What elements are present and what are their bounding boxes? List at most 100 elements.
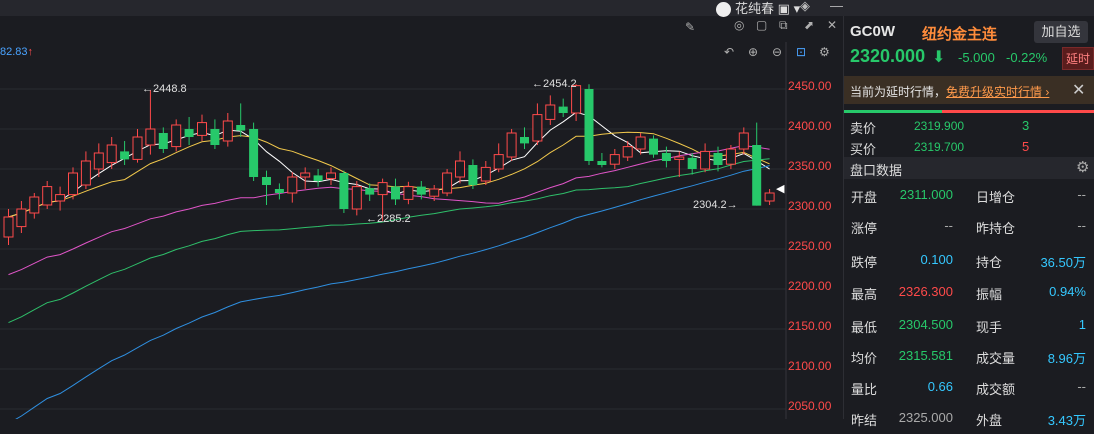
ma-line xyxy=(8,158,770,324)
bid-strength-bar xyxy=(844,110,942,113)
candle-body xyxy=(339,173,349,209)
candle-body xyxy=(429,188,440,197)
candle-body xyxy=(506,132,517,158)
ma-line xyxy=(8,111,770,218)
stat-label: 现手 xyxy=(976,320,1003,335)
stat-value: -- xyxy=(1077,218,1086,233)
stat-label: 开盘 xyxy=(851,190,878,205)
candle-body xyxy=(300,172,311,178)
message-icon[interactable]: ▣ xyxy=(778,1,790,16)
candle-body xyxy=(16,208,27,228)
candle-body xyxy=(42,186,53,206)
section-title: 盘口数据 xyxy=(850,163,903,178)
candle-body xyxy=(120,151,130,160)
candle-body xyxy=(403,186,414,200)
stat-label: 成交量 xyxy=(976,351,1016,366)
stat-label: 跌停 xyxy=(851,255,878,270)
candle-body xyxy=(752,145,762,206)
candle-body xyxy=(416,186,426,195)
annotations: ←2448.8 ←2454.2 ←2285.2 2304.2→ ◀ xyxy=(142,78,785,225)
candle-body xyxy=(391,186,400,200)
section-header: 盘口数据 ⚙ xyxy=(844,157,1094,179)
ma-line xyxy=(8,145,770,276)
stat-value: 2325.000 xyxy=(898,410,953,425)
candle-body xyxy=(661,153,671,161)
y-tick: 2200.00 xyxy=(788,279,832,293)
layers-icon[interactable]: ◈ xyxy=(800,0,810,14)
stat-label: 均价 xyxy=(851,351,878,366)
stat-value: -- xyxy=(1077,379,1086,394)
stat-value: 36.50万 xyxy=(1040,255,1086,270)
candle-body xyxy=(158,133,168,149)
y-tick: 2350.00 xyxy=(788,159,832,173)
candle-body xyxy=(93,152,104,170)
stat-value: 3.43万 xyxy=(1047,413,1086,428)
candle-body xyxy=(442,172,453,194)
candle-body xyxy=(649,138,658,155)
candle-body xyxy=(55,194,66,202)
gear-icon[interactable]: ⚙ xyxy=(1076,158,1089,176)
candle-body xyxy=(584,89,594,161)
y-tick: 2050.00 xyxy=(788,399,832,413)
quote-panel: GC0W 纽约金主连 加自选 2320.000 ⬇ -5.000 -0.22% … xyxy=(843,16,1094,428)
candle-body xyxy=(145,128,156,146)
price-change: -5.000 xyxy=(958,50,995,65)
y-tick: 2450.00 xyxy=(788,79,832,93)
stat-label: 日增仓 xyxy=(976,190,1016,205)
candle-body xyxy=(210,129,220,145)
candle-body xyxy=(365,188,375,195)
add-watchlist-button[interactable]: 加自选 xyxy=(1034,21,1088,43)
stat-value: 2304.500 xyxy=(898,317,953,332)
stat-value: 0.66 xyxy=(927,379,953,394)
candle-body xyxy=(377,182,388,196)
candle-body xyxy=(764,192,775,202)
stats-row: 开盘 2311.000 日增仓 -- xyxy=(844,181,1094,209)
stat-label: 振幅 xyxy=(976,287,1003,302)
ask-label: 卖价 xyxy=(850,121,877,136)
stat-value: 2311.000 xyxy=(899,187,953,202)
candle-body xyxy=(687,157,697,169)
ask-price: 2319.900 xyxy=(914,119,965,133)
user-menu[interactable]: 花纯春 ▣ ▾ xyxy=(716,0,800,18)
kline-chart[interactable]: ✎ ◎ ▢ ⧉ ⬈ ✕ ↶ ⊕ ⊖ ⊡ ⚙ 82.83↑ ←2448.8 ←24… xyxy=(0,16,843,419)
upgrade-link[interactable]: 免费升级实时行情 › xyxy=(946,83,1049,100)
candle-body xyxy=(184,129,194,137)
y-tick: 2300.00 xyxy=(788,199,832,213)
notice-text: 当前为延时行情， xyxy=(850,85,947,99)
price-pointer: ◀ xyxy=(776,183,785,195)
ask-volume: 3 xyxy=(1022,118,1030,133)
stat-value: 0.100 xyxy=(920,252,953,267)
candle-body xyxy=(480,166,491,182)
stats-row: 最高 2326.300 振幅 0.94% xyxy=(844,278,1094,306)
minimize-icon[interactable]: — xyxy=(830,0,843,13)
stat-value: -- xyxy=(1077,187,1086,202)
last-price: 2320.000 xyxy=(850,46,926,66)
candle-body xyxy=(545,104,556,120)
delay-badge: 延时 xyxy=(1062,47,1094,70)
low-label-1: ←2285.2 xyxy=(366,213,411,225)
bid-price: 2319.700 xyxy=(914,140,965,154)
candle-body xyxy=(274,189,284,193)
bid-label: 买价 xyxy=(850,142,877,157)
candle-body xyxy=(68,172,78,196)
candle-body xyxy=(597,161,607,165)
candle-body xyxy=(236,125,246,131)
candle-body xyxy=(287,176,298,194)
low-label-2: 2304.2→ xyxy=(693,199,738,211)
delay-notice: 当前为延时行情， 免费升级实时行情 › ✕ xyxy=(844,76,1094,104)
y-tick: 2100.00 xyxy=(788,359,832,373)
y-tick: 2400.00 xyxy=(788,119,832,133)
ma-line xyxy=(15,165,770,419)
bid-volume: 5 xyxy=(1022,139,1030,154)
close-icon[interactable]: ✕ xyxy=(1072,80,1085,100)
symbol-name: 纽约金主连 xyxy=(922,26,998,43)
candle-body xyxy=(520,137,529,144)
y-tick: 2250.00 xyxy=(788,239,832,253)
avatar xyxy=(716,2,731,18)
stat-value: 2326.300 xyxy=(898,284,953,299)
high-label-1: ←2448.8 xyxy=(142,83,187,95)
y-tick: 2150.00 xyxy=(788,319,832,333)
price-change-pct: -0.22% xyxy=(1006,50,1048,65)
stat-label: 最低 xyxy=(851,320,878,335)
candlestick-plot: ←2448.8 ←2454.2 ←2285.2 2304.2→ ◀ xyxy=(0,42,787,419)
